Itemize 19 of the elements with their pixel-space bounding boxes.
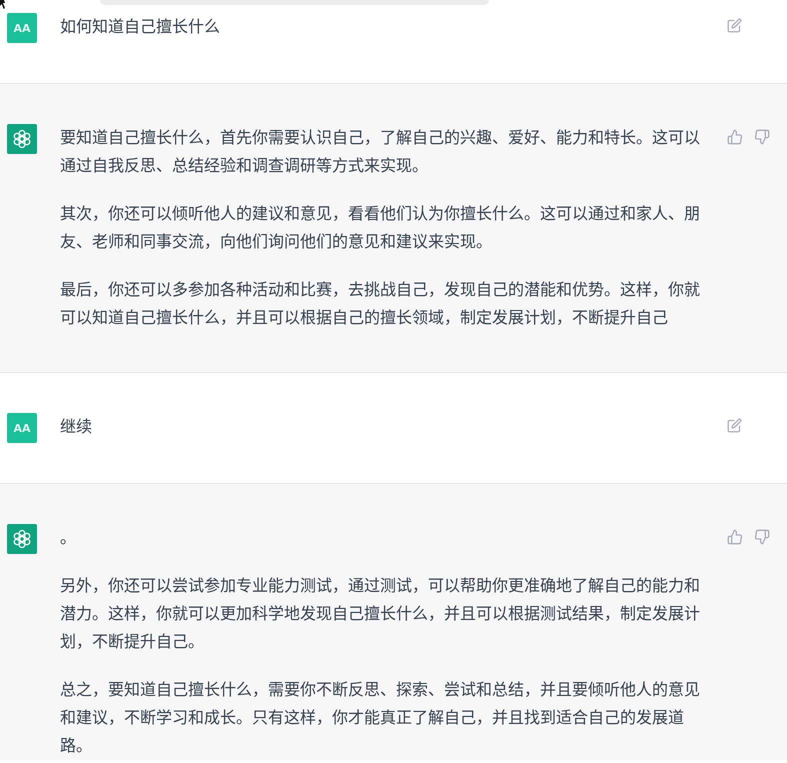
thumbs-down-icon[interactable] [754,129,770,145]
message-text: 继续 [60,416,93,438]
message-text: 总之，要知道自己擅长什么，需要你不断反思、探索、尝试和总结，并且要倾听他人的意见和建议，不断学习和成长。只有这样，你才能真正了解自己，并且找到适合自己的发展道路。 [60,679,701,757]
cursor-icon [0,0,6,9]
logo-icon [7,524,37,554]
message-text: 如何知道自己擅长什么 [60,16,221,38]
message-text: 。 [60,527,77,549]
edit-icon[interactable] [727,18,742,33]
thumbs-down-icon[interactable] [754,529,770,545]
message-text: 要知道自己擅长什么，首先你需要认识自己，了解自己的兴趣、爱好、能力和特长。这可以通过自我反思、总结经验和调查调研等方式来实现。 [60,127,701,177]
message-text: 其次，你还可以倾听他人的建议和意见，看看他们认为你擅长什么。这可以通过和家人、朋友、老师和同事交流，向他们询问他们的意见和建议来实现。 [60,203,701,253]
user-avatar: AA [7,13,37,43]
logo-icon [7,124,37,154]
message-text: 最后，你还可以多参加各种活动和比赛，去挑战自己，发现自己的潜能和优势。这样，你就可以知道自己擅长什么，并且可以根据自己的擅长领域，制定发展计划，不断提升自己 [60,279,701,329]
user-avatar: AA [7,413,37,443]
thumbs-up-icon[interactable] [727,529,743,545]
thumbs-up-icon[interactable] [727,129,743,145]
edit-icon[interactable] [727,418,742,433]
message-text: 另外，你还可以尝试参加专业能力测试，通过测试，可以帮助你更准确地了解自己的能力和潜力。这样，你就可以更加科学地发现自己擅长什么，并且可以根据测试结果，制定发展计划，不断提升自己。 [60,575,701,653]
